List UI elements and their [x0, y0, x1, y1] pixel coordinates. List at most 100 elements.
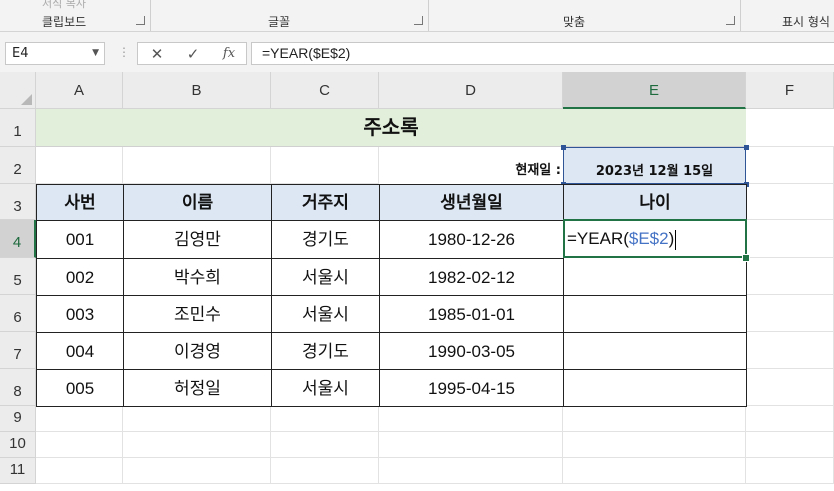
table-cell[interactable]: 경기도 — [272, 333, 380, 370]
table-cell[interactable]: 서울시 — [272, 296, 380, 333]
cell-b10[interactable] — [123, 432, 271, 458]
cell-f2[interactable] — [746, 147, 834, 184]
table-cell[interactable]: 조민수 — [124, 296, 272, 333]
sheet-title[interactable]: 주소록 — [36, 109, 746, 147]
header-birthdate[interactable]: 생년월일 — [380, 185, 564, 221]
cell-f1[interactable] — [746, 109, 834, 147]
cell-d11[interactable] — [379, 458, 563, 484]
cell-f10[interactable] — [746, 432, 834, 458]
table-cell[interactable]: 1990-03-05 — [380, 333, 564, 370]
cell-f8[interactable] — [746, 369, 834, 406]
chevron-down-icon[interactable]: ▼ — [92, 43, 99, 64]
cell-c11[interactable] — [271, 458, 379, 484]
cell-f3[interactable] — [746, 184, 834, 220]
row-header-2[interactable]: 2 — [0, 147, 36, 184]
table-cell[interactable]: 005 — [37, 370, 124, 406]
row-header-11[interactable]: 11 — [0, 458, 36, 484]
table-cell[interactable]: 허정일 — [124, 370, 272, 406]
cell-f9[interactable] — [746, 406, 834, 432]
cancel-icon[interactable]: ✕ — [142, 44, 172, 64]
table-cell[interactable]: 김영만 — [124, 221, 272, 259]
select-all-button[interactable] — [0, 72, 36, 109]
dialog-launcher-icon[interactable] — [136, 16, 145, 25]
column-header-d[interactable]: D — [379, 72, 563, 109]
row-header-1[interactable]: 1 — [0, 109, 36, 147]
cell-a9[interactable] — [36, 406, 123, 432]
column-header-b[interactable]: B — [123, 72, 271, 109]
current-date-cell[interactable]: 2023년 12월 15일 — [563, 147, 746, 184]
worksheet-grid: A B C D E F 1 2 3 4 5 6 7 8 9 10 11 주소록 … — [0, 72, 834, 491]
cell-a10[interactable] — [36, 432, 123, 458]
header-name[interactable]: 이름 — [124, 185, 272, 221]
formula-prefix: =YEAR( — [567, 229, 629, 248]
cell-c9[interactable] — [271, 406, 379, 432]
cell-b11[interactable] — [123, 458, 271, 484]
ribbon-group-number: 표시 형식 — [740, 0, 834, 31]
row-header-9[interactable]: 9 — [0, 406, 36, 432]
table-cell[interactable]: 1985-01-01 — [380, 296, 564, 333]
table-cell[interactable]: 002 — [37, 259, 124, 296]
row-header-4[interactable]: 4 — [0, 220, 36, 258]
row-header-8[interactable]: 8 — [0, 369, 36, 406]
table-cell[interactable]: 003 — [37, 296, 124, 333]
cell-a2[interactable] — [36, 147, 123, 184]
insert-function-icon[interactable]: fx — [214, 44, 244, 64]
ribbon-group-label: 글꼴 — [268, 15, 291, 29]
cell-e10[interactable] — [563, 432, 746, 458]
name-box[interactable]: E4 ▼ — [5, 42, 105, 65]
active-cell-e4[interactable]: =YEAR($E$2) — [563, 219, 747, 258]
row-header-10[interactable]: 10 — [0, 432, 36, 458]
header-employee-id[interactable]: 사번 — [37, 185, 124, 221]
header-age[interactable]: 나이 — [564, 185, 746, 221]
cell-f4[interactable] — [746, 220, 834, 258]
table-cell[interactable]: 1995-04-15 — [380, 370, 564, 406]
row-header-3[interactable]: 3 — [0, 184, 36, 220]
dialog-launcher-icon[interactable] — [726, 16, 735, 25]
cell-f6[interactable] — [746, 295, 834, 332]
range-handle-icon[interactable] — [744, 145, 749, 150]
table-cell-age[interactable] — [564, 370, 746, 406]
row-header-6[interactable]: 6 — [0, 295, 36, 332]
header-residence[interactable]: 거주지 — [272, 185, 380, 221]
cell-d10[interactable] — [379, 432, 563, 458]
table-cell[interactable]: 이경영 — [124, 333, 272, 370]
cell-a11[interactable] — [36, 458, 123, 484]
cell-e9[interactable] — [563, 406, 746, 432]
column-header-c[interactable]: C — [271, 72, 379, 109]
cell-f11[interactable] — [746, 458, 834, 484]
column-header-e[interactable]: E — [563, 72, 746, 109]
table-cell-age[interactable] — [564, 333, 746, 370]
cell-c10[interactable] — [271, 432, 379, 458]
table-cell-age[interactable] — [564, 296, 746, 333]
table-cell[interactable]: 001 — [37, 221, 124, 259]
cell-b2[interactable] — [123, 147, 271, 184]
table-cell[interactable]: 경기도 — [272, 221, 380, 259]
cell-c2[interactable] — [271, 147, 379, 184]
enter-icon[interactable]: ✓ — [178, 44, 208, 64]
table-cell[interactable]: 서울시 — [272, 259, 380, 296]
cell-f7[interactable] — [746, 332, 834, 369]
formula-buttons: ✕ ✓ fx — [137, 42, 247, 65]
cell-d9[interactable] — [379, 406, 563, 432]
table-cell-age[interactable] — [564, 259, 746, 296]
current-date-label[interactable]: 현재일 : — [379, 147, 563, 184]
table-cell[interactable]: 박수희 — [124, 259, 272, 296]
cell-e11[interactable] — [563, 458, 746, 484]
column-header-a[interactable]: A — [36, 72, 123, 109]
drag-handle-icon[interactable]: ⋮ — [118, 45, 130, 59]
row-header-7[interactable]: 7 — [0, 332, 36, 369]
cell-f5[interactable] — [746, 258, 834, 295]
table-cell[interactable]: 서울시 — [272, 370, 380, 406]
ribbon-group-label: 클립보드 — [42, 15, 87, 29]
table-cell[interactable]: 004 — [37, 333, 124, 370]
row-header-5[interactable]: 5 — [0, 258, 36, 295]
table-cell[interactable]: 1980-12-26 — [380, 221, 564, 259]
cell-b9[interactable] — [123, 406, 271, 432]
dialog-launcher-icon[interactable] — [414, 16, 423, 25]
fill-handle[interactable] — [742, 254, 750, 262]
table-cell[interactable]: 1982-02-12 — [380, 259, 564, 296]
column-header-f[interactable]: F — [746, 72, 834, 109]
range-handle-icon[interactable] — [561, 145, 566, 150]
formula-input[interactable]: =YEAR($E$2) — [251, 42, 834, 65]
ribbon: 서식 복사 클립보드 글꼴 맞춤 표시 형식 — [0, 0, 834, 32]
